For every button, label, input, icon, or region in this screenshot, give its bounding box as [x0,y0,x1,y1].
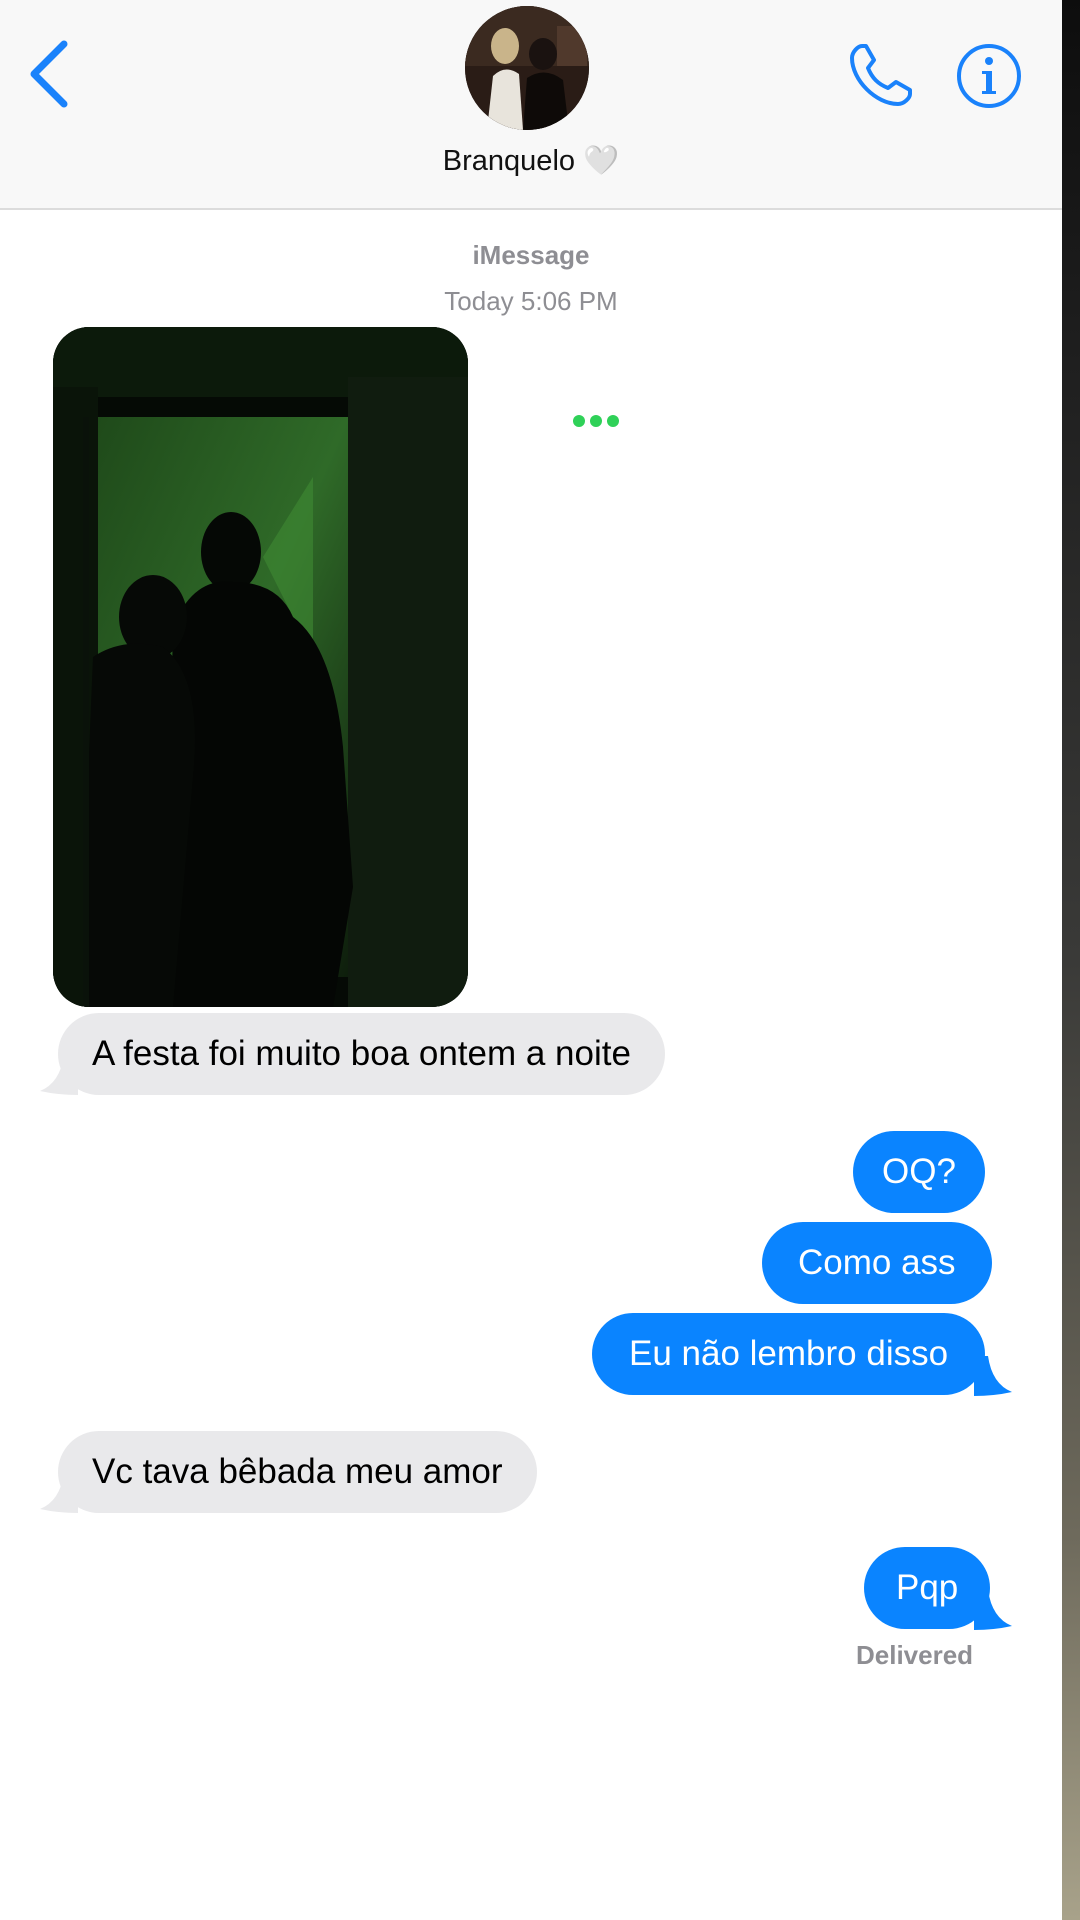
service-label: iMessage [472,240,590,270]
info-icon [957,44,1021,108]
message-text: Como ass [798,1243,956,1282]
message-text: OQ? [882,1152,956,1191]
outgoing-message[interactable]: OQ? [853,1131,985,1213]
messages-screen: Branquelo 🤍 iMessage Today 5:06 PM A fes… [0,0,1080,1920]
incoming-bubble-tail [40,1055,78,1095]
incoming-message[interactable]: Vc tava bêbada meu amor [58,1431,537,1513]
message-text: Eu não lembro disso [629,1334,949,1373]
outgoing-bubble-tail [974,1590,1012,1630]
incoming-bubble-tail [40,1473,78,1513]
outgoing-message[interactable]: Como ass [762,1222,992,1304]
message-text: A festa foi muito boa ontem a noite [92,1034,631,1073]
incoming-message[interactable]: A festa foi muito boa ontem a noite [58,1013,665,1095]
typing-dot [607,415,619,427]
outgoing-message[interactable]: Pqp [864,1547,991,1629]
delivery-status: Delivered [856,1640,974,1670]
outgoing-message[interactable]: Eu não lembro disso [592,1313,986,1395]
outgoing-bubble-tail [974,1356,1012,1396]
image-message[interactable] [53,327,468,1007]
message-timestamp: Today 5:06 PM [444,286,618,316]
typing-dot [590,415,602,427]
phone-icon [850,44,912,106]
contact-avatar[interactable] [465,6,589,130]
typing-dot [573,415,585,427]
conversation-header: Branquelo 🤍 [0,0,1062,210]
avatar-photo [465,6,589,130]
message-text: Pqp [896,1568,959,1607]
typing-indicator [573,415,623,429]
message-text: Vc tava bêbada meu amor [92,1452,503,1491]
call-button[interactable] [844,40,916,112]
back-button[interactable] [24,36,80,112]
silhouette-photo [53,327,468,1007]
info-button[interactable] [955,42,1023,110]
chevron-left-icon [30,40,68,108]
video-edge-strip [1062,0,1080,1920]
contact-name[interactable]: Branquelo 🤍 [0,144,1062,178]
